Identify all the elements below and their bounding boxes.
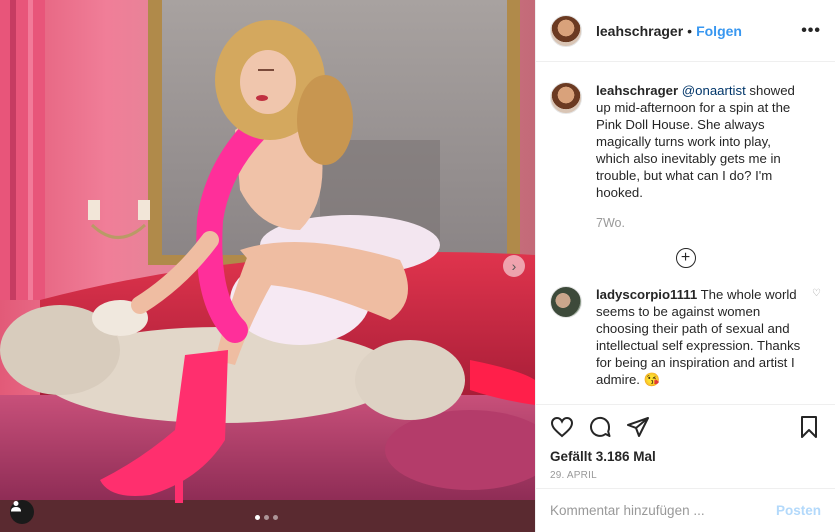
chevron-right-icon: ›	[511, 258, 517, 274]
comment-username[interactable]: ladyscorpio1111	[596, 287, 697, 302]
caption: leahschrager @onaartist showed up mid-af…	[550, 82, 821, 232]
comment-composer: Posten	[536, 488, 835, 532]
action-icons	[550, 413, 821, 441]
share-icon[interactable]	[626, 415, 650, 439]
post-side-panel: leahschrager • Folgen ••• leahschrager @…	[535, 0, 835, 532]
user-icon	[11, 501, 21, 512]
comment-like-icon[interactable]: ♡	[812, 288, 821, 299]
post-date[interactable]: 29. APRIL	[550, 470, 821, 481]
post-header: leahschrager • Folgen •••	[536, 0, 835, 62]
heart-icon[interactable]	[550, 415, 574, 439]
load-more-comments[interactable]: +	[550, 248, 821, 268]
post-modal: › leahschrager • Folgen ••• leahschrager…	[0, 0, 835, 532]
comments-section[interactable]: leahschrager @onaartist showed up mid-af…	[536, 62, 835, 404]
caption-avatar[interactable]	[550, 82, 582, 114]
user-tags-button[interactable]	[10, 500, 34, 524]
photo-illustration	[0, 0, 535, 532]
carousel-dot-active	[255, 515, 260, 520]
caption-text: showed up mid-afternoon for a spin at th…	[596, 83, 795, 200]
follow-button[interactable]: Folgen	[696, 23, 742, 39]
commenter-avatar[interactable]	[550, 286, 582, 318]
comment: ladyscorpio1111 The whole world seems to…	[550, 286, 821, 388]
post-photo[interactable]: ›	[0, 0, 535, 532]
caption-body: leahschrager @onaartist showed up mid-af…	[596, 82, 806, 232]
post-comment-button[interactable]: Posten	[776, 503, 821, 518]
header-separator: •	[687, 22, 693, 39]
plus-circle-icon[interactable]: +	[675, 248, 696, 268]
comment-text: The whole world seems to be against wome…	[596, 287, 801, 387]
comment-body: ladyscorpio1111 The whole world seems to…	[596, 286, 806, 388]
more-options-button[interactable]: •••	[801, 22, 821, 40]
carousel-indicator	[255, 515, 278, 520]
next-photo-button[interactable]: ›	[503, 255, 525, 277]
likes-count[interactable]: Gefällt 3.186 Mal	[550, 449, 821, 464]
carousel-dot	[273, 515, 278, 520]
caption-username[interactable]: leahschrager	[596, 83, 678, 98]
author-avatar[interactable]	[550, 14, 582, 47]
author-username[interactable]: leahschrager	[596, 23, 683, 39]
bookmark-icon[interactable]	[797, 415, 821, 439]
comment-input[interactable]	[550, 503, 776, 518]
caption-mention[interactable]: @onaartist	[682, 83, 746, 98]
comment-icon[interactable]	[588, 415, 612, 439]
carousel-dot	[264, 515, 269, 520]
caption-time[interactable]: 7Wo.	[596, 215, 806, 232]
